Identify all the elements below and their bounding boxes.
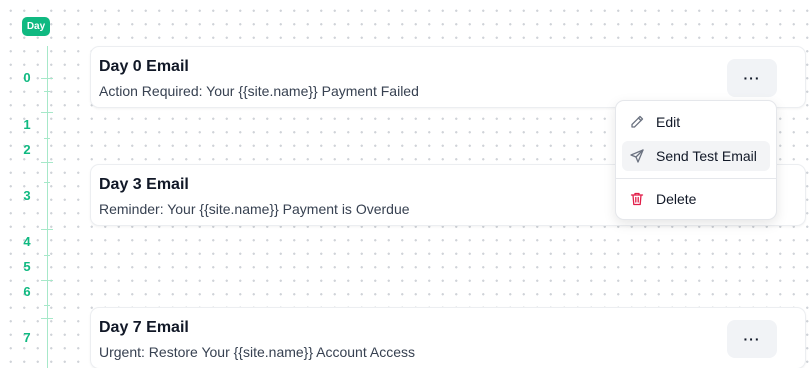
- timeline-tick: [41, 280, 53, 281]
- timeline-tick: [41, 78, 53, 79]
- timeline-day-label: 5: [23, 259, 31, 274]
- menu-item-send-test-email[interactable]: Send Test Email: [622, 141, 770, 171]
- menu-item-edit[interactable]: Edit: [622, 107, 770, 137]
- timeline-day-label: 3: [23, 188, 31, 203]
- timeline-tick: [44, 138, 50, 139]
- email-card-day-7[interactable]: Day 7 Email Urgent: Restore Your {{site.…: [90, 307, 806, 368]
- email-card-title: Day 0 Email: [99, 58, 189, 75]
- email-card-title: Day 3 Email: [99, 176, 189, 193]
- timeline-day-label: 0: [23, 70, 31, 85]
- timeline-tick: [44, 255, 50, 256]
- timeline-day-label: 1: [23, 117, 31, 132]
- menu-item-label: Edit: [656, 114, 681, 130]
- timeline-tick: [44, 305, 50, 306]
- timeline-tick: [41, 229, 53, 230]
- menu-item-delete[interactable]: Delete: [622, 184, 770, 214]
- pencil-icon: [628, 113, 646, 131]
- timeline-day-label: 4: [23, 234, 31, 249]
- timeline-tick: [41, 162, 53, 163]
- timeline-tick: [41, 318, 53, 319]
- email-card-subject: Reminder: Your {{site.name}} Payment is …: [99, 201, 410, 217]
- menu-item-label: Delete: [656, 191, 697, 207]
- menu-separator: [616, 178, 776, 179]
- email-card-subject: Action Required: Your {{site.name}} Paym…: [99, 83, 419, 99]
- day-header-badge: Day: [22, 17, 50, 36]
- timeline-tick: [44, 91, 50, 92]
- timeline-day-label: 2: [23, 142, 31, 157]
- email-card-day-0[interactable]: Day 0 Email Action Required: Your {{site…: [90, 46, 806, 108]
- timeline-tick: [41, 112, 53, 113]
- timeline-tick: [44, 182, 50, 183]
- more-options-button[interactable]: ···: [727, 59, 777, 97]
- email-card-title: Day 7 Email: [99, 319, 189, 336]
- timeline-day-label: 6: [23, 284, 31, 299]
- trash-icon: [628, 190, 646, 208]
- email-card-subject: Urgent: Restore Your {{site.name}} Accou…: [99, 344, 415, 360]
- timeline-axis: [47, 46, 48, 368]
- send-icon: [628, 147, 646, 165]
- email-actions-menu: Edit Send Test Email Delete: [615, 100, 777, 220]
- timeline-day-label: 7: [23, 330, 31, 345]
- more-options-button[interactable]: ···: [727, 320, 777, 358]
- menu-item-label: Send Test Email: [656, 148, 757, 164]
